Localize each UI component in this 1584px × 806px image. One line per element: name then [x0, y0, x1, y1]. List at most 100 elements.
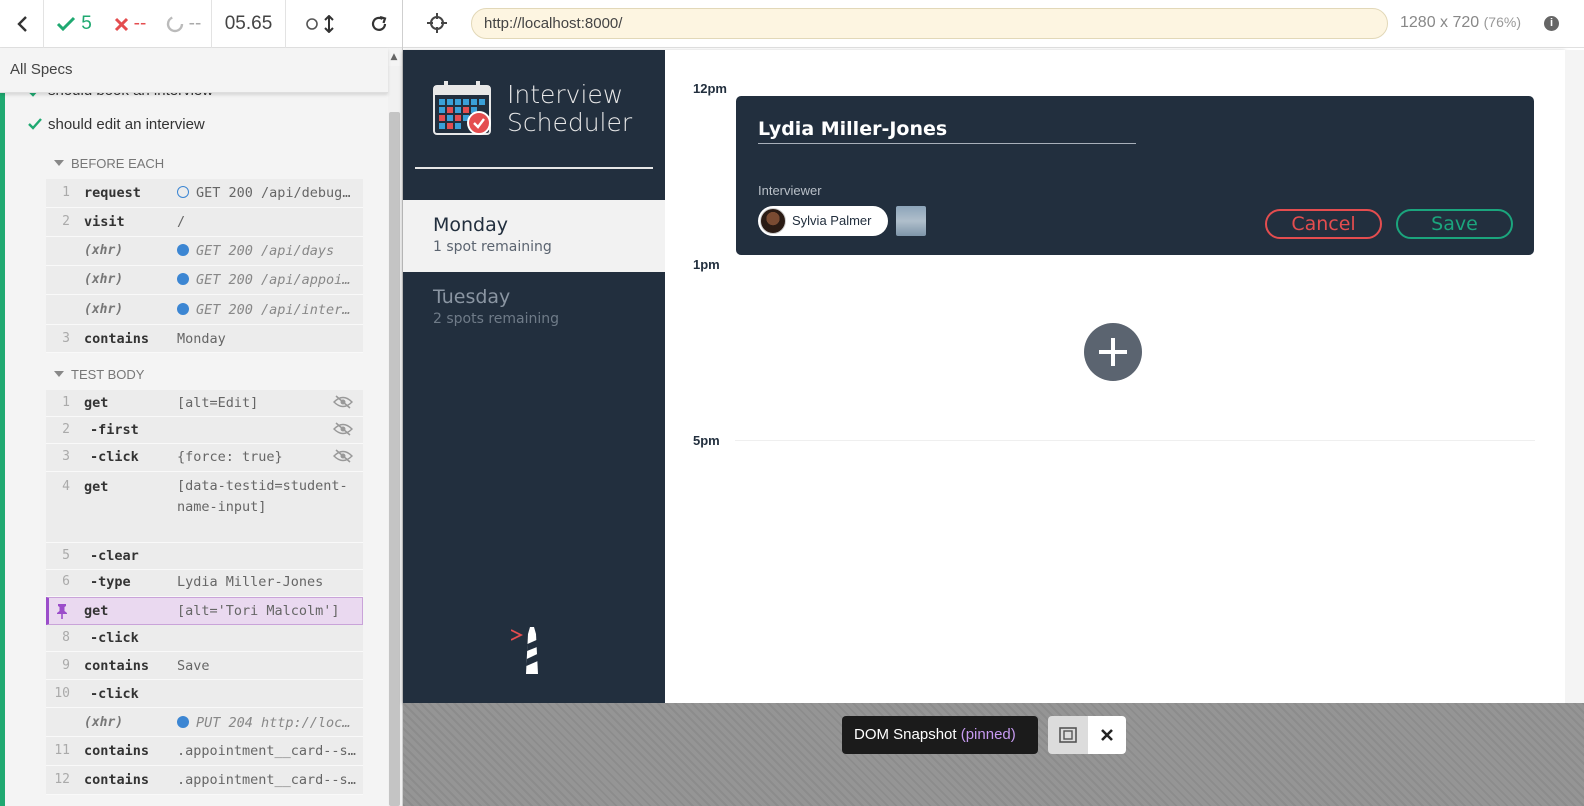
command-name: -clear	[90, 548, 139, 564]
schedule: 12pm 1pm 5pm Interviewer Sylvia Palmer C…	[665, 50, 1565, 703]
back-button[interactable]	[0, 0, 44, 48]
highlight-box-icon	[1059, 727, 1077, 743]
time-label: 1pm	[693, 257, 720, 272]
url-bar: http://localhost:8000/ 1280 x 720 (76%) …	[403, 0, 1584, 48]
sidebar-divider	[415, 167, 653, 169]
interviewer-item-selected[interactable]: Sylvia Palmer	[758, 206, 888, 236]
command-message: Monday	[177, 331, 226, 347]
viewport-scale: (76%)	[1483, 14, 1521, 30]
command-message: GET 200 /api/interviewers	[196, 302, 357, 318]
command-row[interactable]: 4 get [data-testid=student-name-input]	[46, 472, 363, 543]
reporter-header: 5 -- -- 05.65	[0, 0, 402, 48]
x-icon	[114, 17, 128, 31]
command-row[interactable]: 3 -click {force: true}	[46, 444, 363, 472]
command-row-pinned[interactable]: get [alt='Tori Malcolm']	[46, 597, 363, 625]
command-name: visit	[84, 214, 125, 230]
interviewer-item[interactable]	[896, 206, 926, 236]
refresh-icon	[371, 15, 387, 31]
selector-playground-crosshair-icon[interactable]	[427, 13, 447, 33]
command-number: 2	[62, 422, 70, 437]
time-separator	[735, 440, 1535, 441]
command-row[interactable]: 8 -click	[46, 625, 363, 652]
xhr-dot-icon	[177, 303, 189, 315]
command-name: -click	[90, 686, 139, 702]
command-message: [data-testid=student-name-input]	[177, 478, 348, 515]
command-number: 1	[62, 395, 70, 410]
command-row[interactable]: (xhr) GET 200 /api/days	[46, 237, 363, 266]
command-row[interactable]: 5 -clear	[46, 543, 363, 570]
failed-count: --	[133, 13, 147, 34]
command-name: (xhr)	[84, 243, 124, 258]
command-number: 10	[54, 686, 70, 701]
command-number: 6	[62, 574, 70, 589]
test-title[interactable]: should edit an interview	[48, 116, 205, 133]
eye-slash-icon	[333, 449, 353, 463]
command-name: request	[84, 185, 141, 201]
scroll-up-arrow-icon[interactable]: ▲	[388, 52, 400, 66]
command-number: 3	[62, 449, 70, 464]
command-row[interactable]: 11 contains .appointment__card--show	[46, 737, 363, 766]
request-status-ring-icon	[177, 186, 189, 198]
command-row[interactable]: 10 -click	[46, 680, 363, 708]
command-row[interactable]: 2 visit /	[46, 208, 363, 237]
info-icon[interactable]: i	[1544, 16, 1559, 31]
command-number: 9	[62, 658, 70, 673]
all-specs-link[interactable]: All Specs	[0, 48, 388, 93]
day-spots: 2 spots remaining	[433, 311, 560, 327]
command-name: contains	[84, 658, 150, 674]
frame-gutter	[1565, 50, 1584, 703]
day-spots: 1 spot remaining	[433, 239, 552, 255]
command-row[interactable]: 3 contains Monday	[46, 325, 363, 353]
interviewer-avatar	[760, 208, 786, 234]
cancel-button[interactable]: Cancel	[1265, 209, 1382, 239]
command-message: PUT 204 http://localhost:8001/api/appoin…	[196, 715, 357, 731]
xhr-dot-icon	[177, 716, 189, 728]
time-label: 5pm	[693, 433, 720, 448]
student-name-input[interactable]	[758, 114, 1136, 144]
day-name: Tuesday	[433, 286, 511, 308]
unpin-snapshot-button[interactable]	[1088, 716, 1126, 754]
pin-icon	[57, 604, 67, 619]
sidebar: Interview Scheduler Monday 1 spot remain…	[403, 50, 665, 703]
url-field[interactable]: http://localhost:8000/	[471, 8, 1388, 39]
viewport-size: 1280 x 720 (76%)	[1400, 14, 1521, 32]
add-appointment-button[interactable]	[1084, 323, 1142, 381]
time-label: 12pm	[693, 81, 727, 96]
command-row[interactable]: 6 -type Lydia Miller-Jones	[46, 570, 363, 597]
save-button[interactable]: Save	[1396, 209, 1513, 239]
command-row[interactable]: 9 contains Save	[46, 652, 363, 680]
command-name: contains	[84, 331, 150, 347]
command-message: GET 200 /api/days	[196, 243, 335, 259]
caret-down-icon	[54, 371, 64, 377]
toggle-highlight-button[interactable]	[1048, 716, 1088, 754]
command-name: (xhr)	[84, 272, 124, 287]
command-message: /	[177, 214, 186, 230]
command-name: -click	[90, 630, 139, 646]
command-row[interactable]: (xhr) GET 200 /api/interviewers	[46, 295, 363, 325]
command-name: get	[84, 603, 109, 619]
hook-header-test-body[interactable]: TEST BODY	[54, 367, 144, 382]
command-name: contains	[84, 772, 150, 788]
brand-line-2: Scheduler	[507, 108, 633, 137]
command-row[interactable]: (xhr) GET 200 /api/appointments	[46, 266, 363, 295]
command-row[interactable]: 1 get [alt=Edit]	[46, 390, 363, 417]
day-list-item-tuesday[interactable]: Tuesday 2 spots remaining	[403, 272, 665, 344]
day-list-item-monday[interactable]: Monday 1 spot remaining	[403, 200, 665, 272]
rerun-button[interactable]	[356, 0, 402, 48]
command-row[interactable]: 12 contains .appointment__card--show	[46, 766, 363, 795]
command-number: 11	[54, 743, 70, 758]
hook-header-before-each[interactable]: BEFORE EACH	[54, 156, 164, 171]
command-name: get	[84, 395, 109, 411]
command-row[interactable]: 1 request GET 200 /api/debug/reset	[46, 179, 363, 208]
auto-scroll-toggle[interactable]	[286, 0, 356, 48]
scrollbar-thumb[interactable]	[389, 112, 400, 806]
command-name: get	[84, 479, 109, 495]
command-row[interactable]: (xhr) PUT 204 http://localhost:8001/api/…	[46, 708, 363, 737]
command-row[interactable]: 2 -first	[46, 417, 363, 444]
eye-slash-icon	[333, 422, 353, 436]
command-name: contains	[84, 743, 150, 759]
command-number: 5	[62, 548, 70, 563]
runnable-status-stripe	[0, 93, 5, 806]
command-name: -first	[90, 422, 139, 438]
failed-stat: --	[104, 0, 156, 48]
